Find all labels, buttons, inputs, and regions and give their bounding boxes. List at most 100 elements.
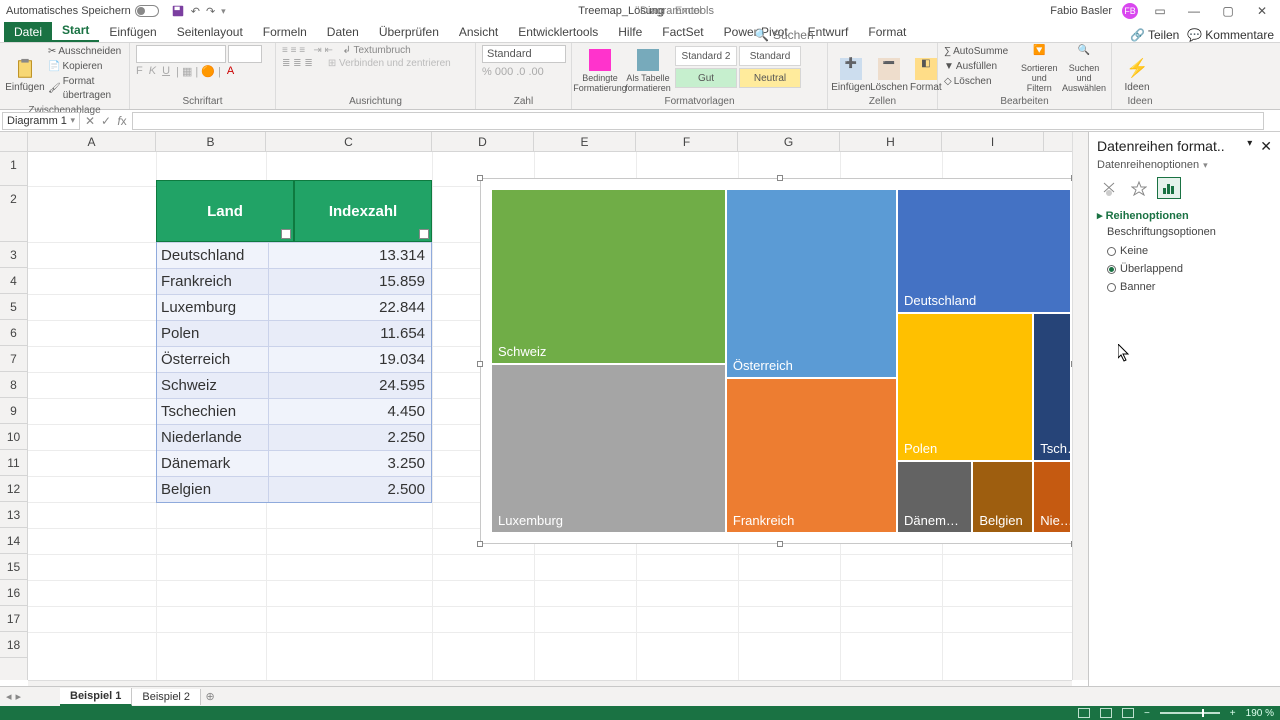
tm-niederlande[interactable]: Nie…: [1033, 461, 1071, 533]
col-I[interactable]: I: [942, 132, 1044, 151]
table-row[interactable]: Schweiz24.595: [157, 372, 431, 398]
enter-fx-icon[interactable]: ✓: [98, 114, 114, 128]
table-row[interactable]: Polen11.654: [157, 320, 431, 346]
sheet-tab-1[interactable]: Beispiel 1: [60, 688, 132, 706]
ribbon-display-icon[interactable]: ▭: [1148, 3, 1172, 19]
cell-index[interactable]: 19.034: [269, 347, 431, 372]
format-painter-button[interactable]: 🖌 Format übertragen: [48, 75, 123, 103]
zoom-slider[interactable]: [1160, 712, 1220, 714]
view-normal-icon[interactable]: [1078, 708, 1090, 718]
row-7[interactable]: 7: [0, 346, 27, 372]
cell-index[interactable]: 4.450: [269, 399, 431, 424]
formula-input[interactable]: [132, 112, 1264, 130]
tab-file[interactable]: Datei: [4, 22, 52, 42]
filter-icon[interactable]: [281, 229, 291, 239]
tm-schweiz[interactable]: Schweiz: [491, 189, 726, 364]
cell-land[interactable]: Luxemburg: [157, 295, 269, 320]
header-indexzahl[interactable]: Indexzahl: [294, 180, 432, 242]
cell-index[interactable]: 3.250: [269, 451, 431, 476]
find-select-button[interactable]: 🔍Suchen und Auswählen: [1063, 45, 1105, 93]
add-sheet-icon[interactable]: ⊕: [201, 690, 219, 703]
zoom-out-icon[interactable]: −: [1144, 708, 1150, 719]
cell-style-4[interactable]: Neutral: [739, 68, 801, 88]
table-row[interactable]: Belgien2.500: [157, 476, 431, 502]
option-uberlappend[interactable]: Überlappend: [1107, 260, 1272, 278]
tm-osterreich[interactable]: Österreich: [726, 189, 897, 378]
table-row[interactable]: Dänemark3.250: [157, 450, 431, 476]
row-17[interactable]: 17: [0, 606, 27, 632]
sheet-nav-prev-icon[interactable]: ◂: [6, 690, 12, 703]
autosave-toggle[interactable]: Automatisches Speichern: [6, 5, 159, 17]
tab-factset[interactable]: FactSet: [652, 22, 713, 42]
cell-index[interactable]: 13.314: [269, 243, 431, 268]
effects-tab-icon[interactable]: [1127, 177, 1151, 199]
cell-style-3[interactable]: Gut: [675, 68, 737, 88]
row-6[interactable]: 6: [0, 320, 27, 346]
qat-dropdown-icon[interactable]: ▾: [221, 6, 226, 17]
row-11[interactable]: 11: [0, 450, 27, 476]
select-all-triangle[interactable]: [0, 132, 28, 152]
tab-insert[interactable]: Einfügen: [99, 22, 166, 42]
row-3[interactable]: 3: [0, 242, 27, 268]
ideas-button[interactable]: ⚡Ideen: [1118, 45, 1156, 93]
toggle-icon[interactable]: [135, 5, 159, 17]
cell-land[interactable]: Österreich: [157, 347, 269, 372]
section-reihenoptionen[interactable]: ▸ Reihenoptionen: [1097, 209, 1272, 222]
clear-button[interactable]: ◇ Löschen: [944, 75, 1015, 89]
treemap-chart[interactable]: Schweiz Luxemburg Österreich Frankreich …: [480, 178, 1074, 544]
tm-luxemburg[interactable]: Luxemburg: [491, 364, 726, 533]
row-8[interactable]: 8: [0, 372, 27, 398]
tab-data[interactable]: Daten: [317, 22, 369, 42]
data-table[interactable]: Land Indexzahl Deutschland13.314Frankrei…: [156, 180, 432, 503]
tm-frankreich[interactable]: Frankreich: [726, 378, 897, 533]
cell-land[interactable]: Tschechien: [157, 399, 269, 424]
tab-layout[interactable]: Seitenlayout: [167, 22, 253, 42]
number-format-select[interactable]: Standard: [482, 45, 566, 63]
row-14[interactable]: 14: [0, 528, 27, 554]
user-name[interactable]: Fabio Basler: [1050, 5, 1112, 17]
row-16[interactable]: 16: [0, 580, 27, 606]
fx-icon[interactable]: fx: [114, 114, 130, 128]
vertical-scrollbar[interactable]: [1072, 132, 1088, 680]
cell-land[interactable]: Schweiz: [157, 373, 269, 398]
col-H[interactable]: H: [840, 132, 942, 151]
delete-cells-button[interactable]: ➖Löschen: [872, 45, 906, 93]
sort-filter-button[interactable]: 🔽Sortieren und Filtern: [1019, 45, 1059, 93]
cell-land[interactable]: Dänemark: [157, 451, 269, 476]
filter-icon[interactable]: [419, 229, 429, 239]
cell-index[interactable]: 15.859: [269, 269, 431, 294]
table-row[interactable]: Luxemburg22.844: [157, 294, 431, 320]
font-size-select[interactable]: [228, 45, 262, 63]
tab-view[interactable]: Ansicht: [449, 22, 508, 42]
view-pagelayout-icon[interactable]: [1100, 708, 1112, 718]
comments-button[interactable]: 💬Kommentare: [1187, 28, 1274, 42]
tab-review[interactable]: Überprüfen: [369, 22, 449, 42]
tm-polen[interactable]: Polen: [897, 313, 1033, 461]
col-F[interactable]: F: [636, 132, 738, 151]
cell-index[interactable]: 2.500: [269, 477, 431, 502]
table-row[interactable]: Frankreich15.859: [157, 268, 431, 294]
minimize-icon[interactable]: —: [1182, 3, 1206, 19]
close-icon[interactable]: ✕: [1250, 3, 1274, 19]
autosum-button[interactable]: ∑ AutoSumme: [944, 45, 1015, 59]
tab-start[interactable]: Start: [52, 20, 99, 42]
row-4[interactable]: 4: [0, 268, 27, 294]
cell-index[interactable]: 11.654: [269, 321, 431, 346]
paste-button[interactable]: Einfügen: [6, 45, 44, 93]
row-5[interactable]: 5: [0, 294, 27, 320]
fill-line-tab-icon[interactable]: [1097, 177, 1121, 199]
row-12[interactable]: 12: [0, 476, 27, 502]
tm-danemark[interactable]: Dänem…: [897, 461, 972, 533]
tab-format[interactable]: Format: [858, 22, 916, 42]
tm-deutschland[interactable]: Deutschland: [897, 189, 1071, 313]
pane-subtitle[interactable]: Datenreihenoptionen▾: [1097, 159, 1272, 171]
insert-cells-button[interactable]: ➕Einfügen: [834, 45, 868, 93]
col-E[interactable]: E: [534, 132, 636, 151]
option-keine[interactable]: Keine: [1107, 242, 1272, 260]
tell-me-search[interactable]: 🔍Suchen: [754, 28, 814, 42]
treemap-plot[interactable]: Schweiz Luxemburg Österreich Frankreich …: [491, 189, 1071, 533]
font-name-select[interactable]: [136, 45, 226, 63]
format-as-table-button[interactable]: Als Tabelle formatieren: [626, 45, 670, 93]
cell-land[interactable]: Frankreich: [157, 269, 269, 294]
cell-land[interactable]: Niederlande: [157, 425, 269, 450]
